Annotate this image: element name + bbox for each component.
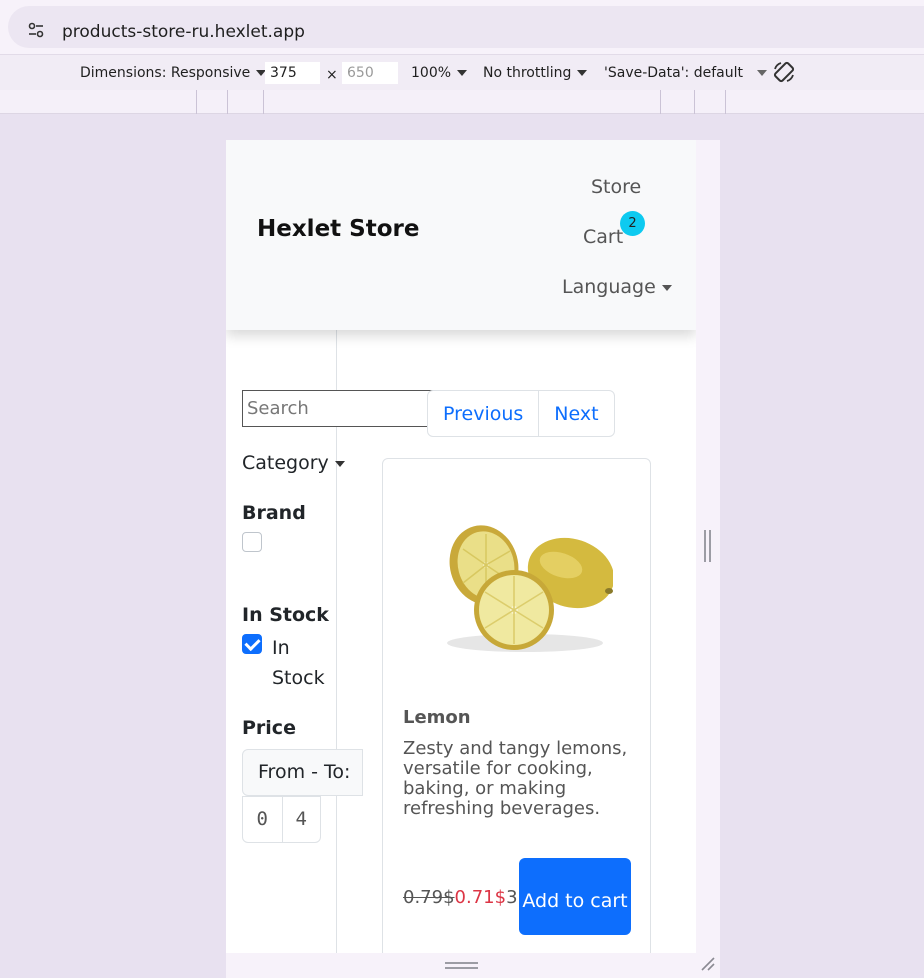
product-image-lemon	[447, 525, 613, 652]
product-price: 0.79$0.71$31	[403, 887, 529, 908]
save-data-dropdown[interactable]: 'Save-Data': default	[604, 65, 767, 81]
price-filter-heading: Price	[242, 717, 296, 739]
brand-logo[interactable]: Hexlet Store	[257, 216, 419, 242]
times-label: ×	[326, 67, 338, 83]
language-dropdown[interactable]: Language	[562, 276, 672, 298]
brand-filter-heading: Brand	[242, 502, 306, 524]
product-card: Lemon Zesty and tangy lemons, versatile …	[382, 458, 651, 953]
in-stock-option-label[interactable]: In Stock	[272, 633, 332, 693]
ruler-tick	[196, 90, 197, 114]
chevron-down-icon	[756, 70, 767, 76]
product-description: Zesty and tangy lemons, versatile for co…	[403, 738, 628, 819]
ruler-tick	[660, 90, 661, 114]
site-navbar: Hexlet Store Store Cart 2 Language	[226, 140, 696, 330]
add-to-cart-button[interactable]: Add to cart	[519, 858, 631, 935]
throttling-label: No throttling	[483, 65, 572, 81]
language-label: Language	[562, 276, 656, 298]
rotate-device-icon[interactable]	[772, 60, 796, 84]
product-name[interactable]: Lemon	[403, 707, 471, 728]
sale-price: 0.71$	[454, 887, 507, 908]
zoom-dropdown[interactable]: 100%	[411, 65, 468, 81]
old-price: 0.79$	[403, 887, 455, 908]
url-text[interactable]: products-store-ru.hexlet.app	[62, 22, 305, 42]
resize-handle-right[interactable]	[704, 530, 711, 562]
ruler-tick	[263, 90, 264, 114]
omnibox[interactable]: products-store-ru.hexlet.app	[8, 6, 924, 48]
category-label: Category	[242, 452, 329, 474]
chevron-down-icon	[457, 70, 468, 76]
brand-checkbox[interactable]	[242, 532, 262, 552]
height-input[interactable]	[342, 62, 398, 84]
resize-handle-bottom[interactable]	[445, 962, 478, 969]
caret-down-icon	[661, 284, 672, 291]
dimensions-label: Dimensions: Responsive	[80, 65, 251, 81]
in-stock-heading: In Stock	[242, 604, 329, 626]
price-from-input[interactable]: 0	[243, 797, 282, 842]
cart-count-badge: 2	[620, 211, 645, 236]
ruler-tick	[694, 90, 695, 114]
nav-link-store[interactable]: Store	[591, 176, 641, 198]
in-stock-checkbox[interactable]	[242, 634, 262, 654]
save-data-label: 'Save-Data': default	[604, 65, 743, 81]
resize-corner-icon[interactable]	[700, 956, 716, 972]
price-range-label: From - To:	[242, 749, 363, 796]
page-viewport: Hexlet Store Store Cart 2 Language Previ…	[226, 140, 696, 953]
chevron-down-icon	[577, 70, 588, 76]
previous-page-button[interactable]: Previous	[428, 391, 538, 436]
category-dropdown[interactable]: Category	[242, 452, 345, 474]
media-query-ruler[interactable]	[0, 90, 924, 114]
browser-address-bar: products-store-ru.hexlet.app	[0, 0, 924, 54]
next-page-button[interactable]: Next	[538, 391, 613, 436]
search-input[interactable]	[242, 390, 436, 427]
throttling-dropdown[interactable]: No throttling	[483, 65, 588, 81]
caret-down-icon	[334, 460, 345, 467]
site-info-icon[interactable]	[26, 20, 46, 40]
ruler-tick	[227, 90, 228, 114]
price-inputs: 0 4	[242, 796, 321, 843]
zoom-label: 100%	[411, 65, 452, 81]
ruler-tick	[725, 90, 726, 114]
dimensions-dropdown[interactable]: Dimensions: Responsive	[80, 65, 267, 81]
price-to-input[interactable]: 4	[281, 797, 321, 842]
pagination: Previous Next	[427, 390, 615, 437]
nav-link-cart[interactable]: Cart	[583, 226, 623, 248]
width-input[interactable]	[265, 62, 320, 84]
device-frame: Hexlet Store Store Cart 2 Language Previ…	[226, 140, 720, 978]
